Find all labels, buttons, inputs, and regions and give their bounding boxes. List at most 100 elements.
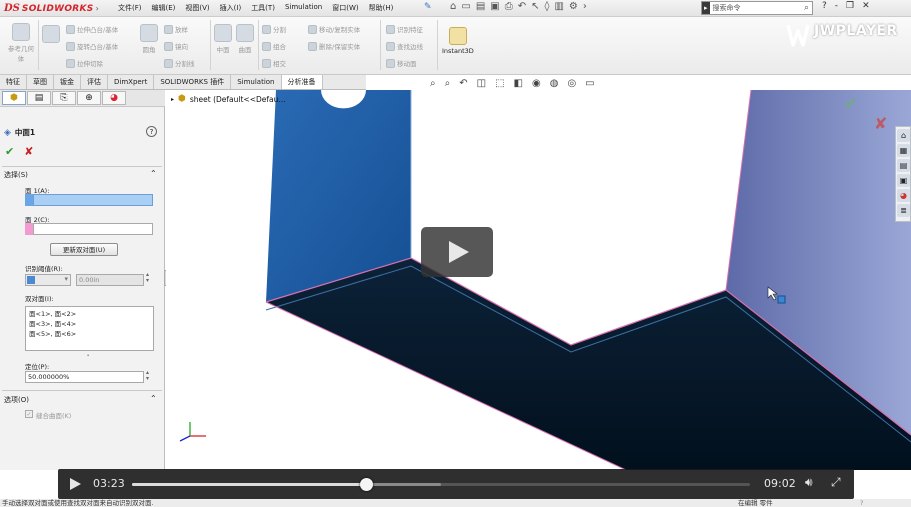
midsurface-button[interactable]: 中面 bbox=[214, 24, 232, 54]
delete-keep-body-button[interactable]: 删除/保留实体 bbox=[308, 41, 360, 51]
search-scope-icon[interactable]: ▸ bbox=[702, 2, 710, 14]
select-icon[interactable]: ↖ bbox=[531, 1, 539, 12]
tab-sketch[interactable]: 草图 bbox=[27, 75, 54, 89]
surface-button[interactable]: 曲面 bbox=[236, 24, 254, 54]
configuration-manager-tab-icon[interactable]: ⎘ bbox=[52, 91, 76, 105]
part-name[interactable]: sheet (Default<<Defau... bbox=[190, 95, 286, 104]
zoom-to-fit-icon[interactable]: ⌕ bbox=[430, 78, 436, 89]
save-icon[interactable]: ▣ bbox=[490, 1, 499, 12]
menu-simulation[interactable]: Simulation bbox=[285, 3, 322, 13]
move-face-button[interactable]: 移动面 bbox=[386, 58, 417, 68]
expand-arrow-icon[interactable]: ▸ bbox=[171, 96, 174, 103]
mirror-button[interactable]: 镜向 bbox=[164, 41, 188, 51]
intersect-button[interactable]: 相交 bbox=[262, 58, 286, 68]
close-button[interactable]: ✕ bbox=[862, 1, 870, 11]
tab-features[interactable]: 特征 bbox=[0, 75, 27, 89]
print-icon[interactable]: ⎙ bbox=[505, 1, 513, 12]
view-palette-icon[interactable]: ▣ bbox=[897, 174, 910, 187]
combine-button[interactable]: 组合 bbox=[262, 41, 286, 51]
graphics-area[interactable]: ▸ ⬢ sheet (Default<<Defau... ✔ ✘ bbox=[166, 90, 911, 470]
volume-icon[interactable]: 🔊︎ bbox=[805, 475, 813, 490]
collapse-chevron-icon[interactable]: ⌃ bbox=[150, 394, 157, 403]
file-properties-icon[interactable]: ▥ bbox=[554, 1, 563, 12]
minimize-button[interactable]: - bbox=[835, 1, 838, 11]
tab-simulation[interactable]: Simulation bbox=[231, 75, 282, 89]
help-status-icon[interactable]: ? bbox=[860, 499, 863, 507]
list-item[interactable]: 面<1>, 面<2> bbox=[29, 309, 150, 319]
tab-sheet-metal[interactable]: 钣金 bbox=[54, 75, 81, 89]
position-spinner[interactable]: ▴ ▾ bbox=[146, 370, 149, 382]
find-edges-button[interactable]: 查找边线 bbox=[386, 41, 423, 51]
tab-analysis-preparation[interactable]: 分析准备 bbox=[281, 75, 323, 89]
pin-icon[interactable]: ✎ bbox=[424, 2, 432, 12]
design-library-icon[interactable]: ▦ bbox=[897, 144, 910, 157]
search-commands[interactable]: ▸ 搜索命令 ⌕ bbox=[701, 1, 813, 15]
property-manager-tab-icon[interactable]: ▤ bbox=[27, 91, 51, 105]
extruded-boss-button[interactable]: 拉伸凸台/基体 bbox=[66, 24, 118, 34]
menu-view[interactable]: 视图(V) bbox=[185, 3, 209, 13]
custom-properties-icon[interactable]: ≣ bbox=[897, 204, 910, 217]
menu-file[interactable]: 文件(F) bbox=[118, 3, 142, 13]
confirm-cancel-icon[interactable]: ✘ bbox=[874, 114, 887, 133]
update-face-pairs-button[interactable]: 更新双对面(U) bbox=[50, 243, 118, 256]
play-button[interactable] bbox=[68, 477, 82, 491]
collapse-chevron-icon[interactable]: ⌃ bbox=[150, 169, 157, 178]
menu-help[interactable]: 帮助(H) bbox=[369, 3, 394, 13]
selection-section-title[interactable]: 选择(S) bbox=[4, 170, 28, 180]
knit-surfaces-checkbox[interactable]: ✓ bbox=[25, 410, 33, 418]
face2-selection-box[interactable] bbox=[33, 223, 153, 235]
help-icon[interactable]: ? bbox=[146, 126, 157, 137]
file-explorer-icon[interactable]: ▤ bbox=[897, 159, 910, 172]
edit-appearance-icon[interactable]: ◍ bbox=[550, 78, 559, 89]
open-icon[interactable]: ▤ bbox=[476, 1, 485, 12]
display-style-icon[interactable]: ◧ bbox=[514, 78, 523, 89]
solidworks-logo[interactable]: DS SOLIDWORKS › bbox=[4, 1, 99, 16]
restore-button[interactable]: ❐ bbox=[846, 1, 854, 11]
loft-button[interactable]: 放样 bbox=[164, 24, 188, 34]
menu-edit[interactable]: 编辑(E) bbox=[152, 3, 176, 13]
section-view-icon[interactable]: ◫ bbox=[477, 78, 486, 89]
zoom-area-icon[interactable]: ⌕ bbox=[445, 78, 451, 89]
rebuild-icon[interactable]: ◊ bbox=[545, 1, 550, 12]
fullscreen-icon[interactable]: ⤢ bbox=[831, 475, 841, 490]
menu-window[interactable]: 窗口(W) bbox=[332, 3, 358, 13]
split-line-button[interactable]: 分割线 bbox=[164, 58, 195, 68]
fillet-big-button[interactable]: 圆角 bbox=[140, 24, 158, 54]
search-input[interactable]: 搜索命令 bbox=[710, 3, 804, 13]
feature-tree-root[interactable]: ▸ ⬢ sheet (Default<<Defau... bbox=[171, 94, 286, 104]
tab-dimxpert[interactable]: DimXpert bbox=[108, 75, 155, 89]
seek-bar[interactable] bbox=[132, 478, 750, 491]
confirm-ok-icon[interactable]: ✔ bbox=[844, 94, 857, 113]
face1-selection-box[interactable] bbox=[33, 194, 153, 206]
extruded-cut-button[interactable]: 拉伸切除 bbox=[66, 58, 103, 68]
menu-insert[interactable]: 插入(I) bbox=[220, 3, 242, 13]
more-icon[interactable]: › bbox=[583, 1, 587, 12]
seek-knob[interactable] bbox=[359, 478, 373, 491]
split-button[interactable]: 分割 bbox=[262, 24, 286, 34]
dimxpert-manager-tab-icon[interactable]: ⊕ bbox=[77, 91, 101, 105]
reference-geometry-button[interactable]: 参考几何体 bbox=[6, 23, 36, 63]
ok-button[interactable]: ✔ bbox=[5, 145, 14, 158]
list-item[interactable]: 面<3>, 面<4> bbox=[29, 319, 150, 329]
home-icon[interactable]: ⌂ bbox=[450, 1, 456, 12]
instant3d-button[interactable]: Instant3D bbox=[442, 27, 474, 55]
extrude-boss-big-button[interactable] bbox=[42, 25, 60, 43]
feature-manager-tab-icon[interactable]: ⬢ bbox=[2, 91, 26, 105]
tab-addins[interactable]: SOLIDWORKS 插件 bbox=[154, 75, 232, 89]
undo-icon[interactable]: ↶ bbox=[518, 1, 526, 12]
options-section-title[interactable]: 选项(O) bbox=[4, 395, 29, 405]
feature-recognition-button[interactable]: 识别特征 bbox=[386, 24, 423, 34]
resize-handle-icon[interactable]: ⬩ bbox=[87, 352, 89, 360]
display-manager-tab-icon[interactable]: ◕ bbox=[102, 91, 126, 105]
view-orientation-icon[interactable]: ⬚ bbox=[495, 78, 504, 89]
options-icon[interactable]: ⚙ bbox=[569, 1, 578, 12]
apply-scene-icon[interactable]: ◎ bbox=[567, 78, 576, 89]
previous-view-icon[interactable]: ↶ bbox=[459, 78, 467, 89]
appearances-icon[interactable]: ◕ bbox=[897, 189, 910, 202]
view-settings-icon[interactable]: ▭ bbox=[585, 78, 594, 89]
position-input[interactable]: 50.000000% bbox=[25, 371, 144, 383]
menu-tools[interactable]: 工具(T) bbox=[251, 3, 275, 13]
cancel-button[interactable]: ✘ bbox=[24, 145, 33, 158]
search-icon[interactable]: ⌕ bbox=[804, 3, 812, 13]
help-icon[interactable]: ? bbox=[822, 1, 827, 11]
